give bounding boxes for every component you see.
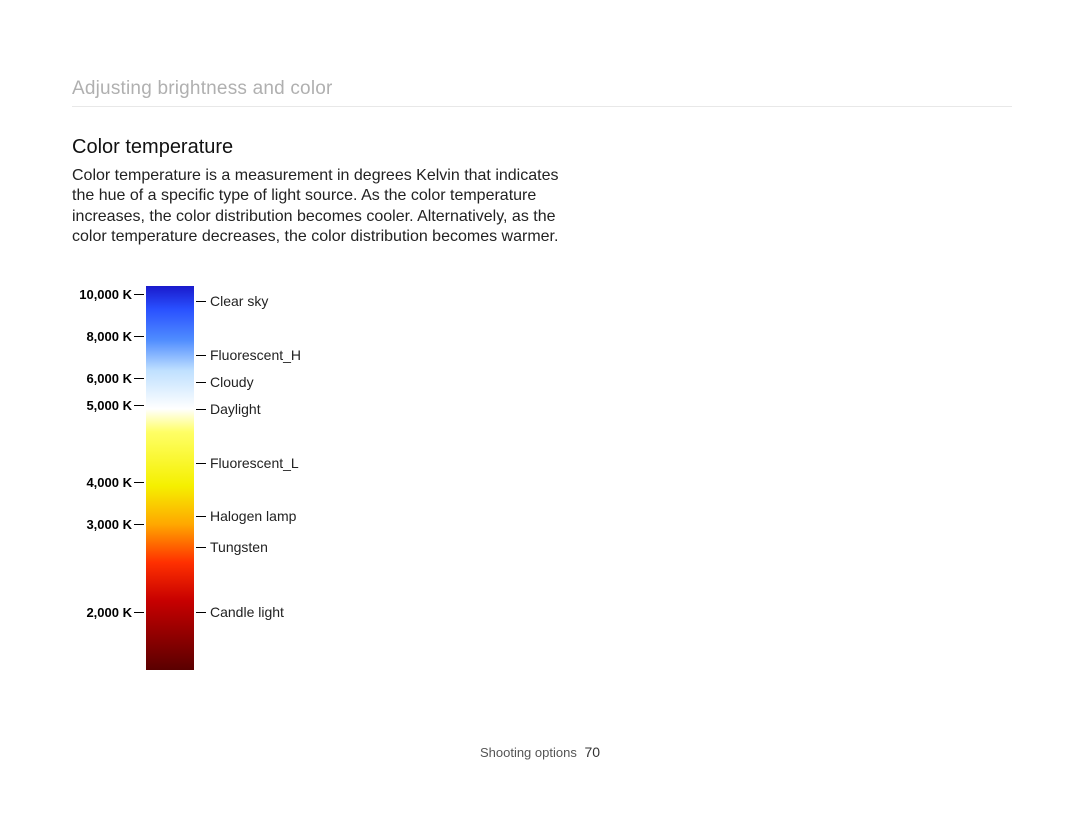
color-gradient-bar <box>146 286 194 670</box>
kelvin-tick <box>134 336 144 337</box>
kelvin-label: 3,000 K <box>72 517 132 532</box>
section-title: Color temperature <box>72 136 233 159</box>
source-tick <box>196 547 206 548</box>
source-label: Clear sky <box>210 293 268 309</box>
kelvin-label: 5,000 K <box>72 398 132 413</box>
section-body: Color temperature is a measurement in de… <box>72 166 582 248</box>
kelvin-label: 2,000 K <box>72 605 132 620</box>
source-tick <box>196 409 206 410</box>
footer-section: Shooting options <box>480 745 577 760</box>
kelvin-tick <box>134 612 144 613</box>
color-temperature-diagram: 10,000 K 8,000 K 6,000 K 5,000 K 4,000 K… <box>72 286 472 686</box>
kelvin-label: 10,000 K <box>72 287 132 302</box>
source-label: Fluorescent_L <box>210 455 299 471</box>
kelvin-tick <box>134 294 144 295</box>
source-tick <box>196 301 206 302</box>
kelvin-label: 6,000 K <box>72 371 132 386</box>
source-tick <box>196 355 206 356</box>
page-header: Adjusting brightness and color <box>72 78 333 100</box>
page-number: 70 <box>584 744 600 760</box>
source-label: Candle light <box>210 604 284 620</box>
header-divider <box>72 106 1012 107</box>
source-label: Halogen lamp <box>210 508 296 524</box>
source-label: Fluorescent_H <box>210 347 301 363</box>
kelvin-tick <box>134 378 144 379</box>
kelvin-tick <box>134 524 144 525</box>
kelvin-tick <box>134 482 144 483</box>
page-footer: Shooting options 70 <box>0 744 1080 760</box>
source-tick <box>196 463 206 464</box>
page: Adjusting brightness and color Color tem… <box>0 0 1080 815</box>
kelvin-label: 8,000 K <box>72 329 132 344</box>
source-tick <box>196 516 206 517</box>
kelvin-label: 4,000 K <box>72 475 132 490</box>
source-label: Tungsten <box>210 539 268 555</box>
source-label: Cloudy <box>210 374 254 390</box>
source-label: Daylight <box>210 401 261 417</box>
source-tick <box>196 612 206 613</box>
kelvin-tick <box>134 405 144 406</box>
source-tick <box>196 382 206 383</box>
